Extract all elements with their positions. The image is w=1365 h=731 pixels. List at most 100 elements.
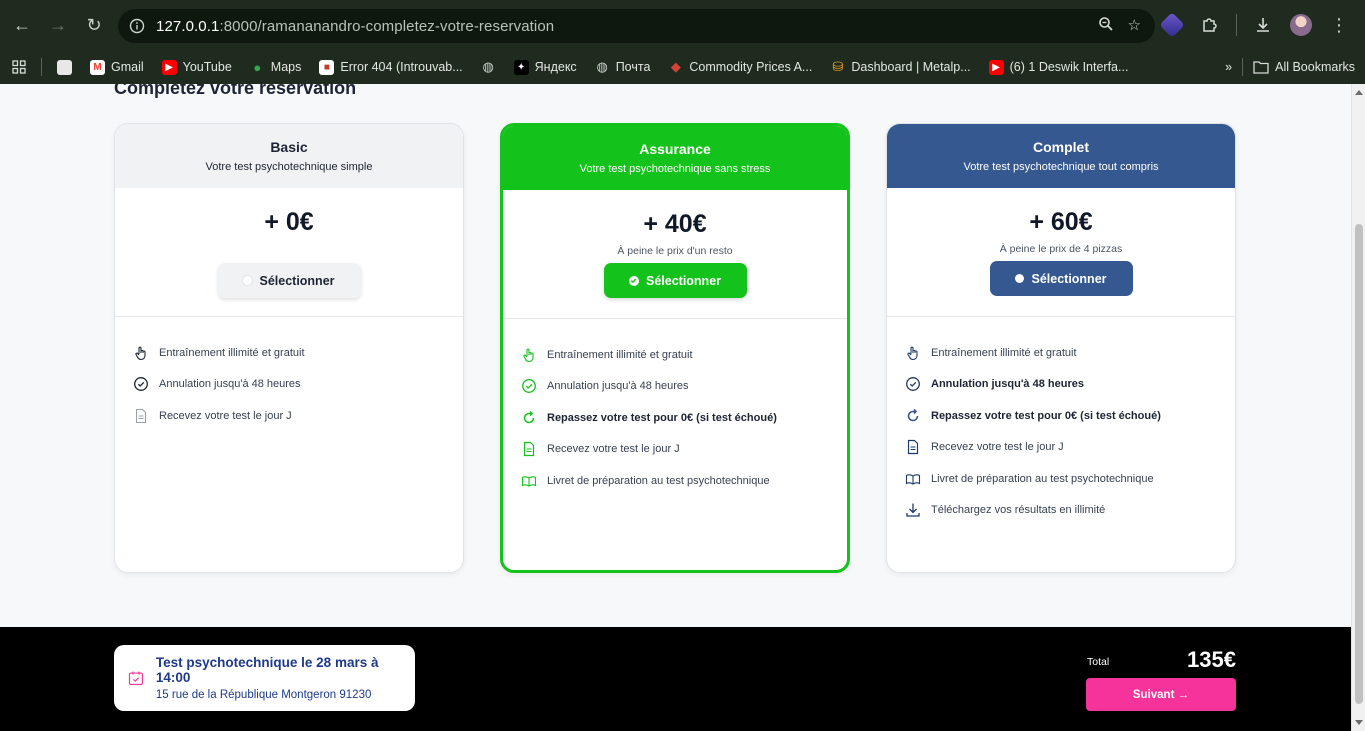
plan-name: Complet xyxy=(1033,139,1089,155)
url-path: :8000/ramananandro-completez-votre-reser… xyxy=(219,17,555,35)
gmail-icon: M xyxy=(90,59,105,75)
address-bar[interactable]: 127.0.0.1:8000/ramananandro-completez-vo… xyxy=(118,9,1155,43)
maps-icon: ● xyxy=(253,59,262,75)
youtube-icon: ▶ xyxy=(988,59,1004,75)
youtube-icon: ▶ xyxy=(161,59,177,75)
plan-card-complet[interactable]: Complet Votre test psychotechnique tout … xyxy=(886,123,1236,573)
plan-card-assurance[interactable]: Assurance Votre test psychotechnique san… xyxy=(500,123,850,573)
download-icon[interactable] xyxy=(1247,7,1279,43)
hand-pointer-icon xyxy=(523,348,534,362)
bookmark-gmail[interactable]: M Gmail xyxy=(81,59,153,75)
scrollbar-thumb[interactable] xyxy=(1355,224,1363,704)
document-icon xyxy=(907,440,919,455)
feature-item: Repassez votre test pour 0€ (si test éch… xyxy=(905,400,1235,432)
bookmark-pochta[interactable]: ◍ Почта xyxy=(586,59,660,75)
browser-chrome: ← → ↻ 127.0.0.1:8000/ramananandro-comple… xyxy=(0,0,1365,84)
forward-icon[interactable]: → xyxy=(40,7,76,43)
plan-price-zone: + 0€ Sélectionner xyxy=(115,188,463,317)
plan-price: + 40€ xyxy=(643,210,707,238)
reload-icon[interactable]: ↻ xyxy=(76,7,112,43)
extension-icon[interactable] xyxy=(1156,7,1188,43)
check-selected-icon xyxy=(628,275,639,286)
scroll-up-arrow-icon[interactable] xyxy=(1355,90,1363,95)
plan-name: Assurance xyxy=(639,141,711,157)
refresh-icon xyxy=(907,408,919,422)
hand-pointer-icon xyxy=(135,346,146,360)
feature-item: Recevez votre test le jour J xyxy=(905,432,1235,464)
zoom-icon[interactable] xyxy=(1098,16,1114,36)
radio-dot-icon xyxy=(1015,274,1025,283)
plan-price-note: À peine le prix de 4 pizzas xyxy=(999,243,1123,255)
feature-item: Recevez votre test le jour J xyxy=(133,400,463,432)
next-button[interactable]: Suivant → xyxy=(1086,678,1236,711)
scroll-down-arrow-icon[interactable] xyxy=(1355,720,1363,725)
globe-icon: ◍ xyxy=(482,59,494,74)
radio-dot-icon xyxy=(243,276,253,285)
bookmarks-overflow-icon[interactable]: » xyxy=(1225,60,1232,74)
feature-item: Annulation jusqu'à 48 heures xyxy=(521,371,847,403)
generic-site-icon xyxy=(57,59,72,75)
document-icon xyxy=(523,442,535,457)
bookmark-deswik[interactable]: ▶ (6) 1 Deswik Interfa... xyxy=(980,59,1138,75)
total-label: Total xyxy=(1087,656,1110,668)
feature-item: Repassez votre test pour 0€ (si test éch… xyxy=(521,402,847,434)
bookmark-maps[interactable]: ● Maps xyxy=(241,60,311,75)
globe-icon: ◍ xyxy=(596,59,608,74)
page-scrollbar[interactable] xyxy=(1351,84,1365,731)
commodity-icon: ◆ xyxy=(670,59,681,74)
select-complet-button[interactable]: Sélectionner xyxy=(989,261,1133,296)
select-basic-button[interactable]: Sélectionner xyxy=(217,263,361,298)
refresh-icon xyxy=(523,410,535,423)
select-assurance-button[interactable]: Sélectionner xyxy=(603,263,747,298)
book-icon xyxy=(521,476,537,487)
plan-features: Entraînement illimité et gratuit Annulat… xyxy=(115,317,463,432)
feature-item: Annulation jusqu'à 48 heures xyxy=(133,369,463,401)
page-content: Complétez votre réservation Basic Votre … xyxy=(0,84,1351,731)
plan-name: Basic xyxy=(270,139,308,155)
menu-kebab-icon[interactable]: ⋮ xyxy=(1323,7,1355,43)
booking-footer: Test psychotechnique le 28 mars à 14:00 … xyxy=(0,627,1351,731)
bookmark-commodity[interactable]: ◆ Commodity Prices A... xyxy=(659,59,821,75)
plan-features: Entraînement illimité et gratuit Annulat… xyxy=(503,319,847,497)
bookmark-generic[interactable] xyxy=(48,59,81,75)
bookmark-globe[interactable]: ◍ xyxy=(472,59,505,75)
plan-header: Assurance Votre test psychotechnique san… xyxy=(503,126,847,190)
plan-price-zone: + 40€ À peine le prix d'un resto Sélecti… xyxy=(503,190,847,319)
session-summary: Test psychotechnique le 28 mars à 14:00 … xyxy=(114,645,415,711)
bookmark-star-icon[interactable]: ☆ xyxy=(1128,16,1141,36)
session-title: Test psychotechnique le 28 mars à 14:00 xyxy=(155,655,379,685)
session-address: 15 rue de la République Montgeron 91230 xyxy=(155,689,372,701)
bookmark-youtube[interactable]: ▶ YouTube xyxy=(153,59,241,75)
bookmark-error404[interactable]: ■ Error 404 (Introuvab... xyxy=(310,59,471,75)
plan-price-zone: + 60€ À peine le prix de 4 pizzas Sélect… xyxy=(887,188,1235,317)
check-circle-icon xyxy=(522,379,536,394)
url-text[interactable]: 127.0.0.1:8000/ramananandro-completez-vo… xyxy=(156,18,1098,35)
all-bookmarks-button[interactable]: All Bookmarks xyxy=(1253,60,1355,74)
folder-icon xyxy=(1253,61,1269,74)
feature-item: Entraînement illimité et gratuit xyxy=(905,337,1235,369)
plan-header: Basic Votre test psychotechnique simple xyxy=(115,124,463,188)
plan-card-basic[interactable]: Basic Votre test psychotechnique simple … xyxy=(114,123,464,573)
plan-subtitle: Votre test psychotechnique sans stress xyxy=(579,163,771,175)
bookmark-yandex[interactable]: ✦ Яндекс xyxy=(505,59,586,75)
hand-pointer-icon xyxy=(907,346,918,360)
plan-price-note: À peine le prix d'un resto xyxy=(617,245,733,257)
back-icon[interactable]: ← xyxy=(4,7,40,43)
site-info-icon[interactable] xyxy=(118,18,156,34)
plan-price: + 60€ xyxy=(1029,208,1093,236)
download-icon xyxy=(906,503,920,517)
extensions-puzzle-icon[interactable] xyxy=(1194,7,1226,43)
check-circle-icon xyxy=(906,377,920,392)
page-title: Complétez votre réservation xyxy=(114,84,357,98)
bookmarks-bar: M Gmail ▶ YouTube ● Maps ■ Error 404 (Introu… xyxy=(0,50,1365,84)
feature-item: Livret de préparation au test psychotech… xyxy=(905,463,1235,495)
feature-item: Annulation jusqu'à 48 heures xyxy=(905,369,1235,401)
apps-grid-icon[interactable] xyxy=(0,60,35,74)
calendar-icon xyxy=(128,671,143,686)
feature-item: Entraînement illimité et gratuit xyxy=(133,337,463,369)
profile-avatar[interactable] xyxy=(1285,7,1317,43)
book-icon xyxy=(905,474,921,485)
plan-features: Entraînement illimité et gratuit Annulat… xyxy=(887,317,1235,526)
bookmark-dashboard[interactable]: ⛁ Dashboard | Metalp... xyxy=(821,59,979,75)
document-icon xyxy=(135,408,147,423)
